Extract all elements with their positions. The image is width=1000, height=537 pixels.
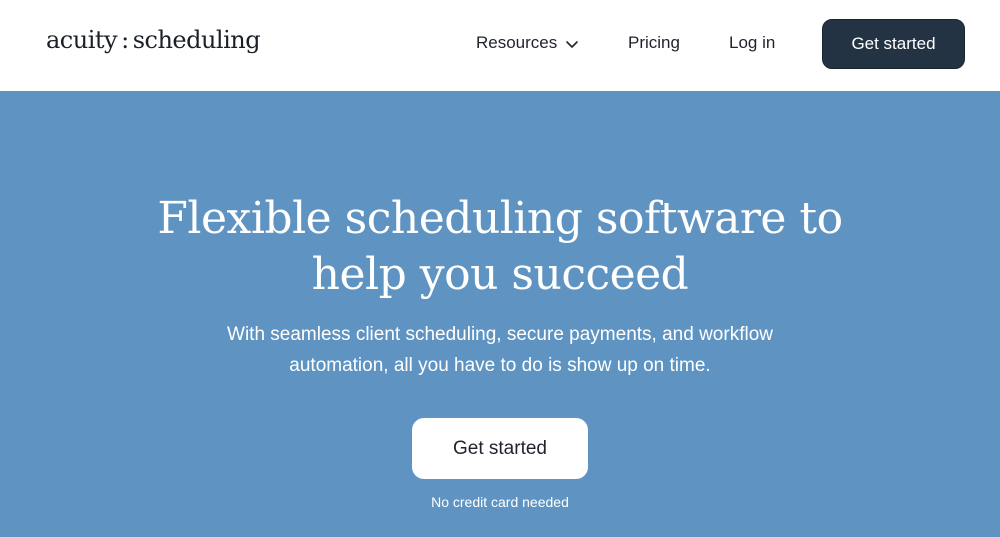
logo-text-scheduling: scheduling — [132, 26, 261, 54]
hero-get-started-button[interactable]: Get started — [412, 418, 588, 479]
nav-resources-label: Resources — [476, 33, 558, 52]
logo-text-acuity: acuity — [46, 26, 118, 54]
hero-subtext: With seamless client scheduling, secure … — [0, 319, 1000, 381]
hero-subtext-line-2: automation, all you have to do is show u… — [289, 355, 711, 376]
chevron-down-icon — [565, 36, 579, 50]
nav-pricing-link[interactable]: Pricing — [628, 33, 680, 53]
logo-separator: : — [121, 26, 129, 54]
hero-headline-line-1: Flexible scheduling software to — [157, 193, 843, 244]
nav-resources-dropdown[interactable]: Resources — [476, 33, 579, 53]
hero-section: Flexible scheduling software to help you… — [0, 91, 1000, 537]
top-navigation-bar: acuity: scheduling Resources Pricing Log … — [0, 0, 1000, 91]
no-credit-card-note: No credit card needed — [431, 494, 569, 510]
hero-headline: Flexible scheduling software to help you… — [0, 191, 1000, 303]
nav-login-link[interactable]: Log in — [729, 33, 775, 53]
acuity-scheduling-logo[interactable]: acuity: scheduling — [46, 26, 261, 54]
hero-headline-line-2: help you succeed — [311, 249, 689, 300]
header-get-started-button[interactable]: Get started — [822, 19, 965, 69]
hero-subtext-line-1: With seamless client scheduling, secure … — [227, 324, 773, 345]
